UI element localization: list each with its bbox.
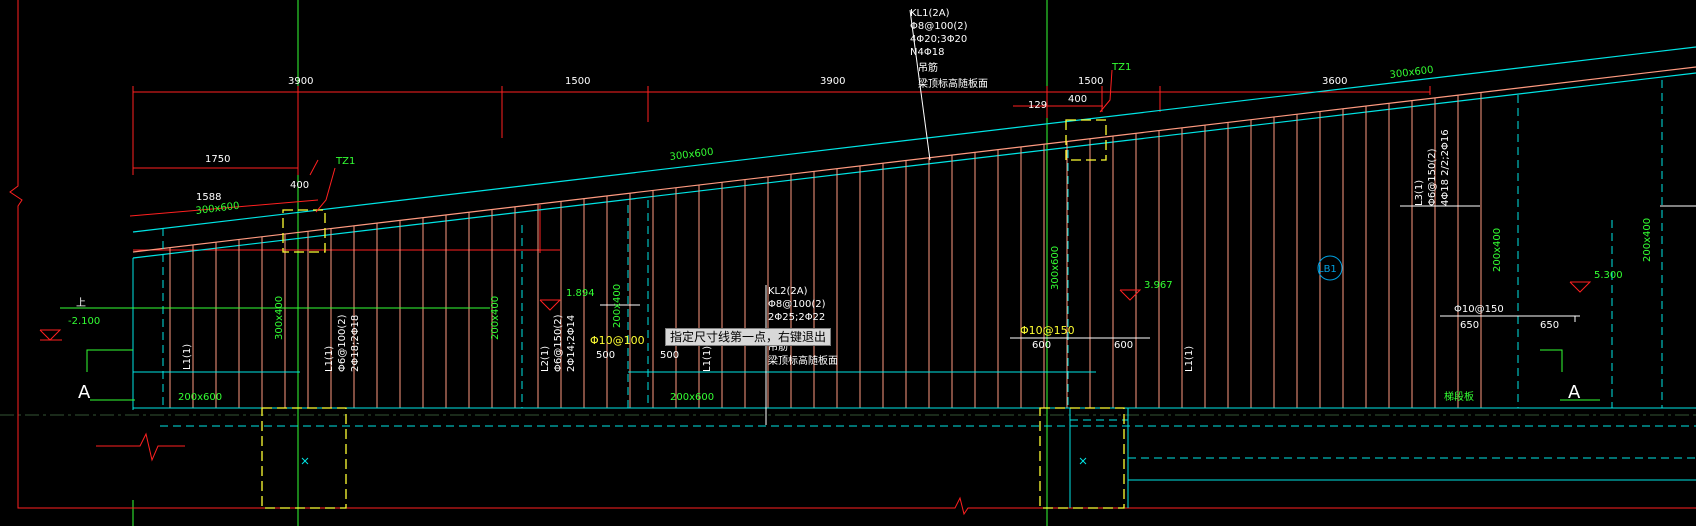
kl2-line-3: 2Φ25;2Φ22 <box>768 312 825 323</box>
dim-500-a: 500 <box>596 350 615 361</box>
l2-label-b: L1(1) <box>702 346 713 372</box>
kl2-annotation: KL2(2A) Φ8@100(2) 2Φ25;2Φ22 吊筋 梁顶标高随板面 <box>768 286 838 367</box>
dim-1588: 1588 <box>196 192 221 203</box>
beam-size-5: 200x600 <box>670 392 714 403</box>
dim-129: 129 <box>1028 100 1047 111</box>
kl1-line-4: N4Φ18 <box>910 47 944 58</box>
kl1-line-2: Φ8@100(2) <box>910 21 968 32</box>
l1b-line-1: L1(1) <box>324 346 335 372</box>
beam-size-6: 300x400 <box>274 296 285 340</box>
misc-label: 梯段板 <box>1444 390 1474 403</box>
dim-650-a: 650 <box>1460 320 1479 331</box>
beam-size-8: 200x400 <box>612 284 623 328</box>
dim-600-b: 600 <box>1114 340 1133 351</box>
kl2-line-1: KL2(2A) <box>768 286 808 297</box>
l1-label-left: L1(1) <box>182 344 193 370</box>
columns <box>261 119 1125 509</box>
rebar-note-3: Φ10@150 <box>1454 304 1504 315</box>
inclined-beams <box>132 46 1696 259</box>
dim-600-a: 600 <box>1032 340 1051 351</box>
l-label-right: L1(1) <box>1184 346 1195 372</box>
cad-drawing-canvas[interactable]: 3900 1500 3900 1500 3600 1750 129 400 15… <box>0 0 1696 526</box>
dim-top-2: 1500 <box>565 76 590 87</box>
l2-line-3: 2Φ14;2Φ14 <box>566 315 577 372</box>
structure-lines <box>132 258 1696 508</box>
beam-size-11: 200x400 <box>1642 218 1653 262</box>
beam-size-1: 300x600 <box>195 201 240 217</box>
kl2-line-2: Φ8@100(2) <box>768 299 826 310</box>
l2-line-1: L2(1) <box>540 346 551 372</box>
command-prompt-tooltip: 指定尺寸线第一点，右键退出 <box>665 328 832 346</box>
elevation-2: 1.894 <box>566 288 595 299</box>
column-tag-tz1-left: TZ1 <box>335 156 355 167</box>
beam-size-10: 200x400 <box>1492 228 1503 272</box>
dim-500-b: 500 <box>660 350 679 361</box>
l3-line-3: 4Φ18 2/2;2Φ16 <box>1440 129 1451 206</box>
kl1-annotation: KL1(2A) Φ8@100(2) 4Φ20;3Φ20 N4Φ18 吊筋 梁顶标… <box>910 8 988 90</box>
dimension-lines <box>129 86 1431 253</box>
elevation-3: 3.967 <box>1144 280 1173 291</box>
section-mark-right: A <box>1568 382 1581 403</box>
rebar-note-1: Φ10@100 <box>590 334 645 347</box>
cross-marks <box>301 457 1087 465</box>
elevation-1: -2.100 <box>68 316 100 327</box>
beam-size-2: 300x600 <box>669 147 714 163</box>
beam-size-7: 200x400 <box>490 296 501 340</box>
dim-top-3: 3900 <box>820 76 845 87</box>
small-mark: 上 <box>76 297 86 309</box>
green-marks <box>60 307 1600 401</box>
kl1-line-3: 4Φ20;3Φ20 <box>910 34 967 45</box>
l2-annotation: L2(1) Φ6@150(2) 2Φ14;2Φ14 <box>540 314 577 372</box>
axis-lines <box>0 0 1696 526</box>
dim-1750: 1750 <box>205 154 230 165</box>
kl1-line-5: 吊筋 <box>918 61 938 74</box>
l3-line-2: Φ6@150(2) <box>1427 148 1438 206</box>
l1b-annotation: L1(1) Φ6@100(2) 2Φ18;2Φ18 <box>324 314 361 372</box>
section-mark-left: A <box>78 382 91 403</box>
l1b-line-3: 2Φ18;2Φ18 <box>350 315 361 372</box>
beam-size-4: 200x600 <box>178 392 222 403</box>
slab-label: LB1 <box>1318 264 1337 275</box>
dim-top-1: 3900 <box>288 76 313 87</box>
kl2-line-5: 梁顶标高随板面 <box>768 354 838 367</box>
kl1-line-6: 梁顶标高随板面 <box>918 77 988 90</box>
dim-400-left: 400 <box>290 180 309 191</box>
dim-400-right: 400 <box>1068 94 1087 105</box>
beam-size-9: 300x600 <box>1050 246 1061 290</box>
dim-top-5: 3600 <box>1322 76 1347 87</box>
column-tag-tz1-right: TZ1 <box>1111 62 1131 73</box>
l3-annotation: L3(1) Φ6@150(2) 4Φ18 2/2;2Φ16 <box>1414 129 1451 206</box>
rebar-note-2: Φ10@150 <box>1020 324 1075 337</box>
kl1-line-1: KL1(2A) <box>910 8 950 19</box>
column-tags-leaders <box>315 69 1113 213</box>
dim-650-b: 650 <box>1540 320 1559 331</box>
l2-line-2: Φ6@150(2) <box>553 314 564 372</box>
dim-top-4: 1500 <box>1078 76 1103 87</box>
leader-lines <box>600 9 1696 425</box>
l1b-line-2: Φ6@100(2) <box>337 314 348 372</box>
l3-line-1: L3(1) <box>1414 180 1425 206</box>
elevation-4: 5.300 <box>1594 270 1623 281</box>
